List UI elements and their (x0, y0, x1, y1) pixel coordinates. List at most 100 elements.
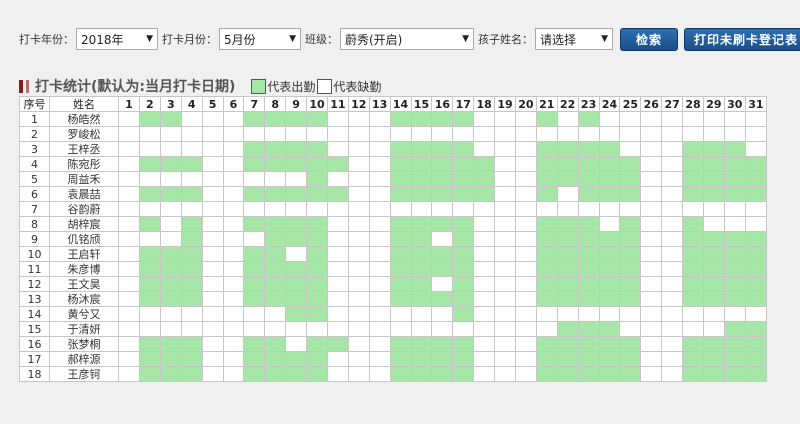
header-index: 序号 (18, 96, 51, 112)
student-name: 朱彦博 (49, 261, 120, 277)
attendance-cell-absent (494, 336, 516, 352)
attendance-cell-absent (368, 201, 391, 217)
class-select[interactable]: 蔚秀(开启) ▼ (340, 28, 474, 50)
attendance-cell-absent (368, 291, 391, 307)
attendance-cell-present (598, 186, 621, 202)
attendance-cell-absent (306, 126, 328, 142)
attendance-cell-present (243, 366, 266, 382)
attendance-cell-absent (368, 171, 391, 187)
attendance-cell-present (159, 261, 182, 277)
chevron-down-icon: ▼ (289, 34, 296, 44)
search-button[interactable]: 检索 (620, 27, 678, 51)
attendance-cell-absent (661, 216, 684, 232)
attendance-cell-absent (264, 126, 287, 142)
header-day: 17 (452, 96, 475, 112)
table-row: 5 周益禾 (18, 171, 768, 187)
student-name: 罗峻松 (49, 126, 120, 142)
header-day: 9 (285, 96, 308, 112)
header-day: 28 (682, 96, 704, 112)
attendance-cell-present (744, 171, 768, 187)
attendance-cell-absent (285, 246, 308, 262)
attendance-cell-absent (201, 186, 224, 202)
attendance-cell-present (306, 141, 328, 157)
attendance-cell-absent (640, 246, 663, 262)
attendance-cell-present (452, 216, 475, 232)
attendance-cell-present (264, 141, 287, 157)
attendance-cell-present (535, 216, 558, 232)
header-day: 5 (201, 96, 224, 112)
attendance-cell-present (619, 261, 642, 277)
attendance-cell-present (138, 351, 161, 367)
attendance-cell-present (577, 336, 600, 352)
attendance-cell-absent (514, 246, 537, 262)
attendance-cell-absent (347, 231, 370, 247)
attendance-cell-absent (201, 306, 224, 322)
attendance-cell-present (452, 291, 475, 307)
year-select[interactable]: 2018年 ▼ (76, 28, 158, 50)
attendance-cell-present (619, 336, 642, 352)
attendance-cell-absent (640, 186, 663, 202)
attendance-cell-absent (118, 261, 140, 277)
attendance-cell-present (138, 261, 161, 277)
attendance-cell-present (702, 276, 725, 292)
attendance-cell-absent (619, 201, 642, 217)
attendance-cell-present (243, 111, 266, 127)
table-row: 15 于清妍 (18, 321, 768, 337)
attendance-cell-present (452, 276, 475, 292)
attendance-cell-absent (494, 306, 516, 322)
attendance-cell-present (535, 141, 558, 157)
attendance-cell-absent (368, 186, 391, 202)
attendance-cell-absent (494, 111, 516, 127)
attendance-cell-absent (661, 201, 684, 217)
attendance-cell-present (556, 156, 579, 172)
attendance-cell-absent (431, 276, 454, 292)
attendance-cell-absent (473, 141, 496, 157)
attendance-cell-present (306, 306, 328, 322)
attendance-cell-present (180, 216, 203, 232)
attendance-cell-absent (723, 216, 746, 232)
attendance-cell-present (556, 261, 579, 277)
attendance-cell-present (431, 141, 454, 157)
attendance-cell-present (431, 216, 454, 232)
attendance-cell-absent (326, 246, 349, 262)
header-day: 22 (556, 96, 579, 112)
attendance-cell-absent (389, 201, 412, 217)
attendance-cell-absent (222, 171, 245, 187)
attendance-cell-absent (347, 366, 370, 382)
child-select[interactable]: 请选择 ▼ (535, 28, 613, 50)
attendance-cell-absent (410, 321, 433, 337)
attendance-cell-present (410, 186, 433, 202)
attendance-cell-absent (159, 141, 182, 157)
attendance-cell-absent (473, 201, 496, 217)
attendance-cell-present (452, 111, 475, 127)
table-row: 12 王文昊 (18, 276, 768, 292)
print-button[interactable]: 打印未刷卡登记表 (684, 27, 800, 51)
attendance-cell-present (159, 276, 182, 292)
attendance-cell-absent (723, 111, 746, 127)
attendance-cell-present (702, 231, 725, 247)
attendance-cell-present (306, 186, 328, 202)
attendance-cell-present (285, 111, 308, 127)
attendance-cell-absent (159, 231, 182, 247)
attendance-cell-absent (347, 306, 370, 322)
month-select[interactable]: 5月份 ▼ (219, 28, 301, 50)
attendance-cell-absent (598, 306, 621, 322)
attendance-cell-present (452, 186, 475, 202)
attendance-cell-present (535, 276, 558, 292)
attendance-cell-present (682, 231, 704, 247)
attendance-cell-absent (201, 276, 224, 292)
attendance-cell-absent (494, 231, 516, 247)
attendance-cell-absent (640, 126, 663, 142)
attendance-cell-present (702, 186, 725, 202)
header-day: 11 (326, 96, 349, 112)
header-day: 16 (431, 96, 454, 112)
header-name: 姓名 (49, 96, 120, 112)
attendance-cell-absent (514, 156, 537, 172)
attendance-cell-absent (118, 351, 140, 367)
attendance-cell-absent (514, 306, 537, 322)
attendance-cell-present (744, 321, 768, 337)
attendance-cell-absent (744, 126, 768, 142)
attendance-cell-absent (473, 291, 496, 307)
attendance-cell-absent (661, 231, 684, 247)
attendance-cell-absent (201, 156, 224, 172)
